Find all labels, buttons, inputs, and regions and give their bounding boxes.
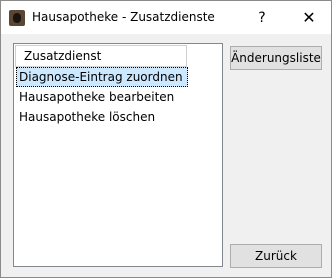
app-icon (9, 10, 25, 26)
window-title: Hausapotheke - Zusatzdienste (32, 10, 215, 24)
service-list[interactable]: Zusatzdienst Diagnose-Eintrag zuordnen H… (13, 43, 223, 267)
help-button[interactable]: ? (245, 1, 279, 34)
service-rows: Diagnose-Eintrag zuordnen Hausapotheke b… (16, 67, 222, 127)
list-item[interactable]: Hausapotheke bearbeiten (16, 87, 222, 107)
back-button[interactable]: Zurück (230, 244, 322, 268)
close-button[interactable]: ✕ (287, 1, 331, 34)
list-item[interactable]: Hausapotheke löschen (16, 107, 222, 127)
changes-list-button[interactable]: Änderungsliste (230, 46, 322, 70)
column-header-label: Zusatzdienst (24, 49, 102, 63)
dialog-window: Hausapotheke - Zusatzdienste ? ✕ Zusatzd… (0, 0, 332, 278)
column-header-zusatzdienst[interactable]: Zusatzdienst (15, 45, 187, 67)
list-item[interactable]: Diagnose-Eintrag zuordnen (16, 67, 188, 87)
title-bar: Hausapotheke - Zusatzdienste ? ✕ (1, 1, 331, 34)
